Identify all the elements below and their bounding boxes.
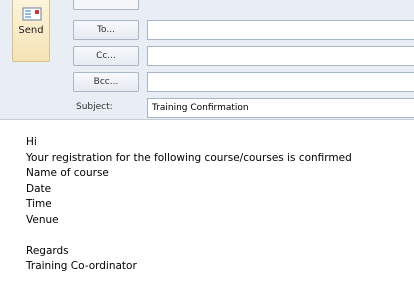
send-label: Send (18, 25, 44, 36)
cc-button[interactable]: Cc... (73, 46, 139, 66)
bcc-field[interactable] (147, 72, 414, 92)
body-line: Time (26, 198, 52, 210)
body-line: Name of course (26, 167, 109, 179)
body-line: Date (26, 182, 52, 195)
subject-label: Subject: (76, 102, 113, 112)
send-button[interactable]: Send (12, 0, 50, 62)
body-line: Hi (26, 136, 37, 148)
body-line: Your registration for the following cour… (26, 151, 352, 164)
cc-field[interactable] (147, 46, 414, 66)
body-line: Venue (26, 213, 59, 226)
body-line: Regards (26, 244, 69, 257)
toolbar-button-partial[interactable] (73, 0, 139, 10)
send-envelope-icon (22, 7, 42, 21)
message-header: Send To... Cc... Bcc... Subject: Trainin… (0, 0, 414, 120)
message-body[interactable]: Hi Your registration for the following c… (26, 135, 352, 275)
to-field[interactable] (147, 20, 414, 40)
body-line (26, 228, 352, 244)
to-button[interactable]: To... (73, 20, 139, 40)
body-line: Training Co-ordinator (26, 260, 137, 272)
bcc-button[interactable]: Bcc... (73, 72, 139, 92)
subject-field[interactable]: Training Confirmation (147, 98, 414, 118)
